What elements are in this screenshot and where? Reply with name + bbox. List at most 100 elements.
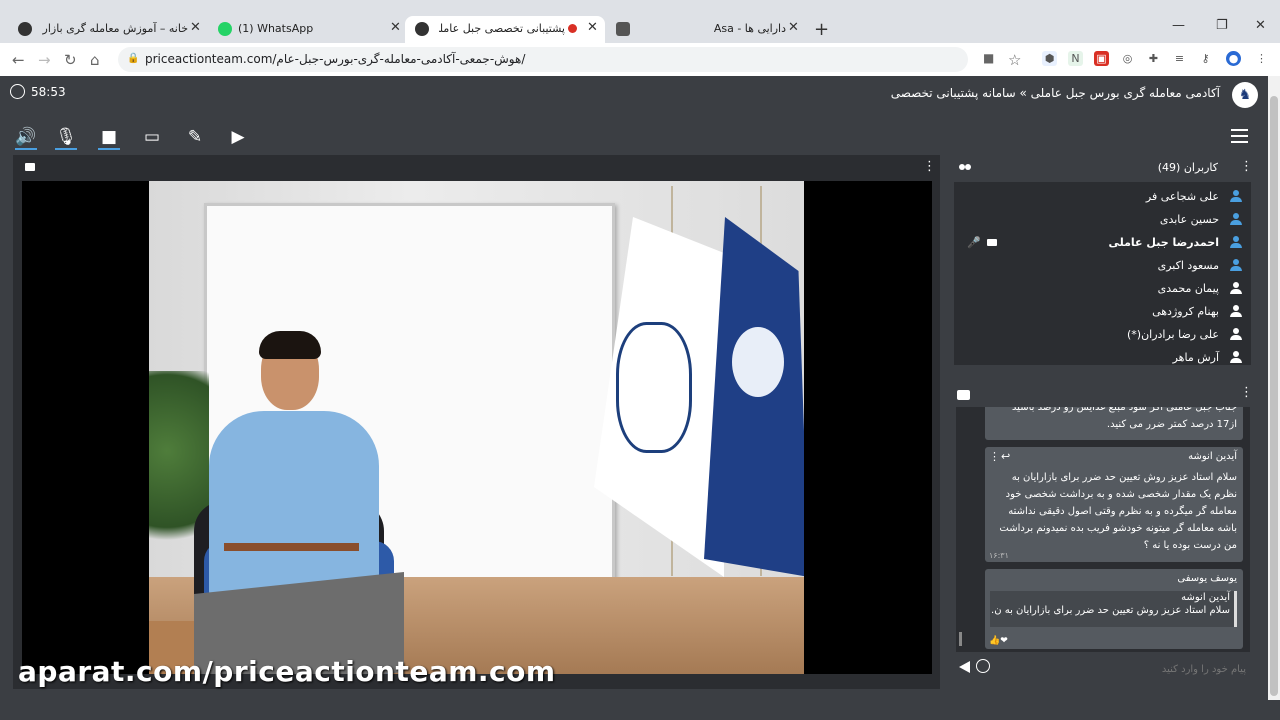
reload-icon[interactable]: ↻ xyxy=(64,51,77,69)
chat-scroll-thumb[interactable] xyxy=(959,632,962,646)
user-row[interactable]: احمدرضا جبل عاملی 🎤 xyxy=(961,232,1242,254)
url-field[interactable]: 🔒 priceactionteam.com/هوش-جمعی-آکادمی-مع… xyxy=(118,47,968,72)
reaction-icon[interactable]: ❤👍 xyxy=(989,636,1008,646)
bull-emblem xyxy=(732,327,784,397)
user-mic-icon: 🎤 xyxy=(967,236,981,249)
screen-share-icon[interactable]: ▭ xyxy=(141,126,163,148)
presenter-video xyxy=(149,181,804,674)
reply-icon[interactable]: ↩ xyxy=(1001,450,1010,463)
user-row[interactable]: پیمان محمدی xyxy=(961,278,1242,300)
user-name: بهنام کروژدهی xyxy=(1152,305,1219,318)
person-icon xyxy=(1230,328,1242,340)
user-row[interactable]: بهنام کروژدهی xyxy=(961,301,1242,323)
home-icon[interactable]: ⌂ xyxy=(90,51,100,69)
chat-message: یوسف یوسفی آیدین انوشه سلام استاد عزیز ر… xyxy=(985,569,1243,649)
site-favicon-icon xyxy=(415,22,429,36)
tab-close-icon[interactable]: ✕ xyxy=(788,20,799,35)
user-name: پیمان محمدی xyxy=(1157,282,1219,295)
academy-seal xyxy=(616,322,692,453)
message-text: جناب جبل عاملی اگر سود مبلغ غذایش رو درص… xyxy=(1011,407,1237,430)
extension-icon[interactable]: N xyxy=(1068,51,1083,66)
chat-input[interactable] xyxy=(992,658,1248,680)
bookmark-star-icon[interactable]: ☆ xyxy=(1008,51,1021,69)
tab-assets[interactable]: دارایی ها - Asa ✕ xyxy=(606,16,806,43)
video-options-icon[interactable]: ⋮ xyxy=(923,159,936,174)
profile-avatar-icon[interactable]: ● xyxy=(1226,51,1241,66)
user-row[interactable]: علی شجاعی فر xyxy=(961,186,1242,208)
close-window-icon[interactable]: ✕ xyxy=(1255,18,1266,33)
message-sender: یوسف یوسفی xyxy=(1177,573,1237,584)
scrollbar-thumb[interactable] xyxy=(1270,96,1278,696)
users-panel: کاربران (49) ⋮ علی شجاعی فر حسین عابدی ا… xyxy=(946,155,1258,370)
user-row[interactable]: حسین عابدی xyxy=(961,209,1242,231)
browser-tab-bar: خانه – آموزش معامله گری بازار بور... ✕ (… xyxy=(0,0,1280,43)
breadcrumb: آکادمی معامله گری بورس جبل عاملی » سامان… xyxy=(890,86,1220,100)
message-text: سلام استاد عزیز روش تعیین حد ضرر برای با… xyxy=(999,472,1237,551)
emoji-icon[interactable] xyxy=(976,659,990,673)
new-tab-button[interactable]: + xyxy=(814,19,829,40)
tab-title: دارایی ها - Asa xyxy=(713,22,786,35)
whatsapp-icon xyxy=(218,22,232,36)
tab-close-icon[interactable]: ✕ xyxy=(390,20,401,35)
back-icon[interactable]: ← xyxy=(12,51,25,69)
forward-icon[interactable]: → xyxy=(38,51,51,69)
quoted-message[interactable]: آیدین انوشه سلام استاد عزیز روش تعیین حد… xyxy=(990,591,1237,627)
quoted-sender: آیدین انوشه xyxy=(1181,592,1230,603)
message-options-icon[interactable]: ⋮ xyxy=(989,450,1000,463)
presentation-icon[interactable]: ▶ xyxy=(227,126,249,148)
user-row[interactable]: مسعود اکبری xyxy=(961,255,1242,277)
minimize-icon[interactable]: — xyxy=(1172,18,1185,33)
users-options-icon[interactable]: ⋮ xyxy=(1240,159,1253,174)
mic-icon[interactable]: 🎙 xyxy=(55,126,77,150)
key-icon[interactable]: ⚷ xyxy=(1198,51,1213,66)
user-name: علی شجاعی فر xyxy=(1145,190,1219,203)
url-text: priceactionteam.com/هوش-جمعی-آکادمی-معام… xyxy=(145,52,526,66)
person-icon xyxy=(1230,351,1242,363)
send-icon[interactable] xyxy=(959,661,970,673)
tab-whatsapp[interactable]: (1) WhatsApp ✕ xyxy=(208,16,408,43)
whiteboard-icon[interactable]: ✎ xyxy=(184,126,206,148)
user-list: علی شجاعی فر حسین عابدی احمدرضا جبل عامل… xyxy=(954,182,1251,365)
chat-icon xyxy=(957,390,970,400)
extension-icon[interactable]: ⬢ xyxy=(1042,51,1057,66)
chat-messages[interactable]: جناب جبل عاملی اگر سود مبلغ غذایش رو درص… xyxy=(956,407,1250,652)
user-name: حسین عابدی xyxy=(1159,213,1219,226)
video-stream[interactable] xyxy=(22,181,932,674)
user-row[interactable]: علی رضا برادران(*) xyxy=(961,324,1242,346)
person-icon xyxy=(1230,305,1242,317)
camera-blocked-icon[interactable]: ■ xyxy=(983,51,994,65)
tab-close-icon[interactable]: ✕ xyxy=(190,20,201,35)
page-scrollbar[interactable] xyxy=(1268,76,1280,700)
person-icon xyxy=(1230,213,1242,225)
tab-support[interactable]: پشتیبانی تخصصی جبل عاملی ✕ xyxy=(405,16,605,43)
timer-value: 58:53 xyxy=(31,84,66,99)
lock-icon: 🔒 xyxy=(127,53,140,64)
quoted-text: سلام استاد عزیز روش تعیین حد ضرر برای با… xyxy=(990,605,1230,616)
user-camera-icon xyxy=(987,239,997,246)
chat-options-icon[interactable]: ⋮ xyxy=(1240,385,1253,400)
person-icon xyxy=(1230,259,1242,271)
message-time: ۱۶:۳۱ xyxy=(989,551,1009,560)
camera-icon[interactable]: ■ xyxy=(98,126,120,150)
recording-icon xyxy=(568,24,577,33)
tab-title: پشتیبانی تخصصی جبل عاملی xyxy=(439,22,565,35)
user-name: مسعود اکبری xyxy=(1157,259,1219,272)
reading-list-icon[interactable]: ≡ xyxy=(1172,51,1187,66)
puzzle-icon[interactable]: ✚ xyxy=(1146,51,1161,66)
menu-icon[interactable] xyxy=(1231,129,1248,143)
chat-panel: ⋮ جناب جبل عاملی اگر سود مبلغ غذایش رو د… xyxy=(946,381,1258,689)
academy-logo-icon: ♞ xyxy=(1232,82,1258,108)
browser-menu-icon[interactable]: ⋮ xyxy=(1254,51,1269,66)
tab-close-icon[interactable]: ✕ xyxy=(587,20,598,35)
extension-icon[interactable]: ◎ xyxy=(1120,51,1135,66)
speaker-icon[interactable]: 🔊 xyxy=(15,126,37,150)
message-sender: آیدین انوشه xyxy=(1188,451,1237,462)
presenter-hair xyxy=(259,331,321,359)
video-watermark: aparat.com/priceactionteam.com xyxy=(18,655,556,688)
tab-title: خانه – آموزش معامله گری بازار بور... xyxy=(42,22,188,35)
user-row[interactable]: آرش ماهر xyxy=(961,347,1242,369)
tab-title: (1) WhatsApp xyxy=(238,22,314,35)
restore-icon[interactable]: ❐ xyxy=(1216,18,1228,33)
tab-academy-home[interactable]: خانه – آموزش معامله گری بازار بور... ✕ xyxy=(8,16,208,43)
extension-icon[interactable]: ▣ xyxy=(1094,51,1109,66)
